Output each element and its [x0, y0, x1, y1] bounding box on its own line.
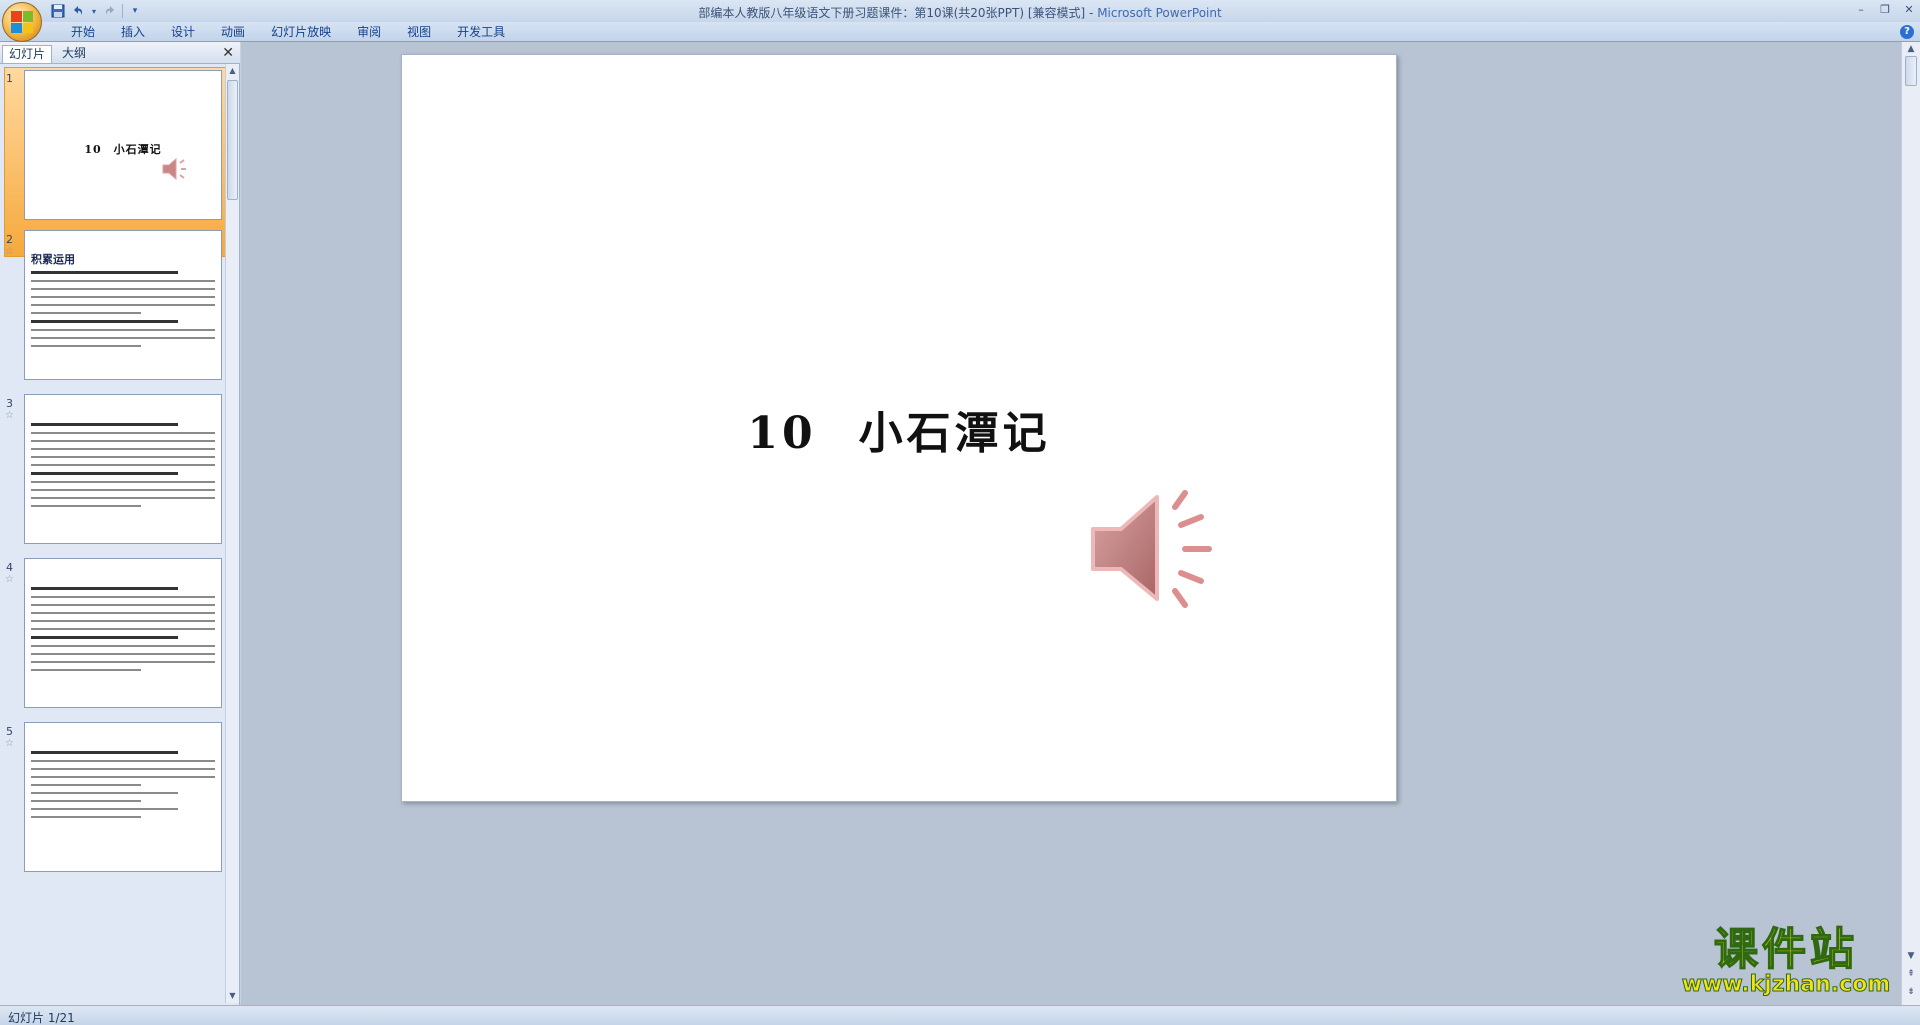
animation-star-icon: ☆ [5, 738, 14, 749]
thumbnail-row-5[interactable]: 5 ☆ [0, 722, 226, 882]
window-controls: – ❐ ✕ [1854, 2, 1916, 16]
scroll-up-icon[interactable]: ▲ [226, 64, 239, 78]
thumbnail-number: 3 [6, 397, 13, 410]
scroll-down-icon[interactable]: ▼ [1904, 949, 1918, 963]
thumbnail-row-4[interactable]: 4 ☆ [0, 558, 226, 718]
scrollbar-thumb[interactable] [1905, 56, 1917, 86]
help-icon[interactable]: ? [1900, 25, 1914, 39]
thumbnail-number: 4 [6, 561, 13, 574]
document-title: 部编本人教版八年级语文下册习题课件：第10课(共20张PPT) [兼容模式] [698, 6, 1086, 20]
thumbnail-row-2[interactable]: 2 ☆ 积累运用 [0, 230, 226, 390]
office-logo-icon [11, 11, 33, 33]
thumbnail-number: 1 [6, 72, 13, 85]
thumbnail-list: 1 10 小石潭记 2 ☆ 积累运用 3 ☆ 4 ☆ 5 ☆ [0, 64, 226, 1003]
animation-star-icon: ☆ [5, 246, 14, 257]
slide-workspace: 10 小石潭记 [241, 42, 1901, 1005]
animation-star-icon: ☆ [5, 574, 14, 585]
slide-thumbnail-5[interactable] [24, 722, 222, 872]
slide-thumbnail-2[interactable]: 积累运用 [24, 230, 222, 380]
tab-review[interactable]: 审阅 [344, 24, 394, 40]
thumbnail-text-lines [31, 271, 215, 353]
slide-thumbnail-4[interactable] [24, 558, 222, 708]
close-icon[interactable]: ✕ [1902, 2, 1916, 16]
thumbnail-row-3[interactable]: 3 ☆ [0, 394, 226, 554]
tab-view[interactable]: 视图 [394, 24, 444, 40]
title-bar: ▾ ▾ 部编本人教版八年级语文下册习题课件：第10课(共20张PPT) [兼容模… [0, 0, 1920, 22]
slide-counter: 幻灯片 1/21 [8, 1011, 75, 1025]
ribbon-tabs: 开始 插入 设计 动画 幻灯片放映 审阅 视图 开发工具 ? [0, 22, 1920, 42]
animation-star-icon: ☆ [5, 410, 14, 421]
next-slide-icon[interactable]: ⇟ [1904, 985, 1918, 999]
speaker-icon [162, 157, 186, 181]
lesson-number: 10 [747, 408, 817, 459]
thumbnail-heading: 积累运用 [31, 253, 75, 266]
minimize-icon[interactable]: – [1854, 2, 1868, 16]
lesson-title: 小石潭记 [858, 408, 1051, 459]
slide-thumbnail-3[interactable] [24, 394, 222, 544]
thumbnail-text-lines [31, 751, 215, 824]
tab-home[interactable]: 开始 [58, 24, 108, 40]
scroll-up-icon[interactable]: ▲ [1904, 42, 1918, 56]
slide-scrollbar[interactable]: ▲ ▼ ⇞ ⇟ [1901, 42, 1920, 1005]
status-bar: 幻灯片 1/21 [0, 1005, 1920, 1025]
thumbnail-text-lines [31, 423, 215, 513]
watermark-cn: 课件站 [1713, 924, 1858, 975]
scrollbar-thumb[interactable] [227, 80, 238, 200]
tab-slideshow[interactable]: 幻灯片放映 [258, 24, 344, 40]
watermark-url: www.kjzhan.com [1681, 972, 1891, 997]
panel-tabs: 幻灯片 大纲 ✕ [0, 42, 240, 64]
window-title: 部编本人教版八年级语文下册习题课件：第10课(共20张PPT) [兼容模式] -… [698, 6, 1222, 20]
tab-slides[interactable]: 幻灯片 [2, 45, 53, 63]
app-name: Microsoft PowerPoint [1097, 6, 1222, 20]
restore-icon[interactable]: ❐ [1878, 2, 1892, 16]
close-icon[interactable]: ✕ [222, 45, 234, 61]
slide-canvas[interactable]: 10 小石潭记 [401, 54, 1397, 802]
slide-thumbnail-1[interactable]: 10 小石潭记 [24, 70, 222, 220]
thumbnail-number: 5 [6, 725, 13, 738]
tab-animations[interactable]: 动画 [208, 24, 258, 40]
slides-panel: 幻灯片 大纲 ✕ 1 10 小石潭记 2 ☆ 积累运用 3 ☆ 4 ☆ 5 ☆ … [0, 42, 240, 1005]
thumbnail-scrollbar[interactable]: ▲ ▼ [225, 64, 239, 1003]
tab-outline[interactable]: 大纲 [56, 45, 92, 63]
scroll-down-icon[interactable]: ▼ [226, 989, 239, 1003]
watermark-logo: 课件站 www.kjzhan.com [1672, 924, 1900, 997]
office-button[interactable] [2, 2, 42, 42]
thumbnail-number: 2 [6, 233, 13, 246]
thumbnail-text-lines [31, 587, 215, 677]
thumbnail-title: 10 小石潭记 [84, 143, 162, 156]
tab-developer[interactable]: 开发工具 [444, 24, 518, 40]
tab-insert[interactable]: 插入 [108, 24, 158, 40]
speaker-icon[interactable] [1087, 485, 1227, 615]
tab-design[interactable]: 设计 [158, 24, 208, 40]
slide-title[interactable]: 10 小石潭记 [402, 397, 1396, 461]
previous-slide-icon[interactable]: ⇞ [1904, 967, 1918, 981]
